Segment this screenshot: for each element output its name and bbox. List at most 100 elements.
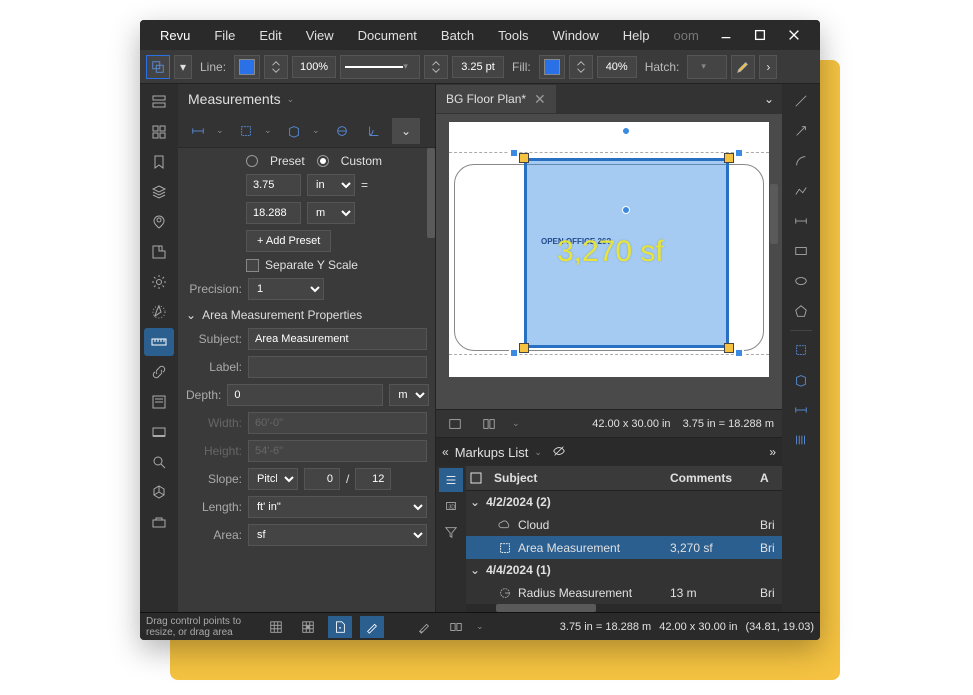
menu-window[interactable]: Window: [541, 28, 611, 43]
length-tool-icon[interactable]: [184, 118, 212, 144]
preset-radio[interactable]: [246, 155, 258, 167]
mp-expand-left-icon[interactable]: «: [442, 445, 449, 459]
minimize-button[interactable]: [716, 25, 736, 45]
line-percent-input[interactable]: [292, 56, 336, 78]
label-input[interactable]: [248, 356, 427, 378]
scale-unit-out-select[interactable]: m: [307, 202, 355, 224]
mp-row-cloud[interactable]: Cloud Bri: [466, 513, 782, 536]
mp-expand-right-icon[interactable]: »: [769, 445, 776, 459]
sel-handle-bl[interactable]: [509, 348, 519, 358]
add-preset-button[interactable]: + Add Preset: [246, 230, 331, 252]
mp-col-a[interactable]: A: [760, 471, 782, 485]
opacity-stepper[interactable]: [569, 55, 593, 79]
mp-visibility-icon[interactable]: [552, 444, 566, 461]
document-canvas[interactable]: OPEN OFFICE 26? 3,270 sf: [449, 122, 769, 377]
mp-col-subject[interactable]: Subject: [486, 471, 670, 485]
diameter-tool-icon[interactable]: [328, 118, 356, 144]
shape-polygon-icon[interactable]: [787, 298, 815, 324]
rail-settings-icon[interactable]: [144, 268, 174, 296]
shape-arrow-icon[interactable]: [787, 118, 815, 144]
sb-markup-snap-icon[interactable]: [360, 616, 384, 638]
sel-handle-tr[interactable]: [734, 148, 744, 158]
fill-color-button[interactable]: [539, 55, 565, 79]
sb-snap-icon[interactable]: [296, 616, 320, 638]
markups-dropdown[interactable]: ⌄: [534, 447, 546, 458]
rail-layers-icon[interactable]: [144, 178, 174, 206]
rail-3d-icon[interactable]: [144, 478, 174, 506]
split-none-icon[interactable]: [444, 414, 466, 434]
rotate-handle[interactable]: [622, 127, 630, 135]
slope-run-input[interactable]: [355, 468, 391, 490]
toolbar-more[interactable]: ›: [759, 55, 777, 79]
mp-group-2[interactable]: ⌄4/4/2024 (1): [466, 559, 782, 582]
rail-location-icon[interactable]: [144, 208, 174, 236]
pt-stepper[interactable]: [424, 55, 448, 79]
rail-measure-icon[interactable]: [144, 328, 174, 356]
slope-rise-input[interactable]: [304, 468, 340, 490]
close-button[interactable]: [784, 25, 804, 45]
maximize-button[interactable]: [750, 25, 770, 45]
hatch-select[interactable]: ▾: [687, 55, 727, 79]
area-props-header[interactable]: ⌄Area Measurement Properties: [186, 308, 427, 322]
rail-links-icon[interactable]: [144, 358, 174, 386]
menu-revu[interactable]: Revu: [148, 28, 202, 43]
mp-col-comments[interactable]: Comments: [670, 471, 760, 485]
rail-thumbnails-icon[interactable]: [144, 88, 174, 116]
mp-group-1[interactable]: ⌄4/2/2024 (2): [466, 491, 782, 514]
panel-scrollbar[interactable]: [427, 148, 435, 238]
menu-document[interactable]: Document: [346, 28, 429, 43]
shape-polyline-icon[interactable]: [787, 178, 815, 204]
angle-tool-icon[interactable]: [360, 118, 388, 144]
sel-handle-tl[interactable]: [509, 148, 519, 158]
shape-rect-icon[interactable]: [787, 238, 815, 264]
rail-search-icon[interactable]: [144, 448, 174, 476]
length-unit-select[interactable]: ft' in": [248, 496, 427, 518]
highlight-tool-button[interactable]: [731, 55, 755, 79]
sb-sync-icon[interactable]: [444, 616, 468, 638]
line-style-select[interactable]: ▾: [340, 55, 420, 79]
area-unit-select[interactable]: sf: [248, 524, 427, 546]
shape-dimension-icon[interactable]: [787, 208, 815, 234]
measure-volume-icon[interactable]: [787, 367, 815, 393]
mp-col-check-icon[interactable]: [466, 471, 486, 485]
split-vert-icon[interactable]: [478, 414, 500, 434]
rail-bookmark-icon[interactable]: [144, 148, 174, 176]
mp-rail-list-icon[interactable]: [439, 468, 463, 492]
custom-radio[interactable]: [317, 155, 329, 167]
mp-rail-3d-icon[interactable]: 3D: [439, 494, 463, 518]
mp-rail-filter-icon[interactable]: [439, 520, 463, 544]
shape-line-icon[interactable]: [787, 88, 815, 114]
mp-row-area[interactable]: Area Measurement 3,270 sf Bri: [466, 536, 782, 559]
menu-batch[interactable]: Batch: [429, 28, 486, 43]
precision-select[interactable]: 1: [248, 278, 324, 300]
opacity-input[interactable]: [597, 56, 637, 78]
measure-length-icon[interactable]: [787, 397, 815, 423]
panel-dropdown-icon[interactable]: ⌄: [287, 94, 299, 105]
canvas-scrollbar[interactable]: [770, 184, 778, 244]
line-color-button[interactable]: [234, 55, 260, 79]
subject-input[interactable]: [248, 328, 427, 350]
depth-input[interactable]: [227, 384, 383, 406]
menu-help[interactable]: Help: [611, 28, 662, 43]
mp-h-scrollbar[interactable]: [466, 604, 782, 612]
volume-tool-icon[interactable]: [280, 118, 308, 144]
document-tab[interactable]: BG Floor Plan* ✕: [436, 85, 556, 113]
measure-count-icon[interactable]: [787, 427, 815, 453]
shape-tool-button[interactable]: [146, 55, 170, 79]
menu-file[interactable]: File: [202, 28, 247, 43]
scale-unit-in-select[interactable]: in: [307, 174, 355, 196]
shape-ellipse-icon[interactable]: [787, 268, 815, 294]
measure-area-icon[interactable]: [787, 337, 815, 363]
rail-form-icon[interactable]: [144, 388, 174, 416]
slope-unit-select[interactable]: Pitch: [248, 468, 298, 490]
sb-grid-icon[interactable]: [264, 616, 288, 638]
depth-unit-select[interactable]: m: [389, 384, 429, 406]
separate-y-checkbox[interactable]: [246, 259, 259, 272]
center-handle[interactable]: [622, 206, 630, 214]
mp-row-radius[interactable]: Radius Measurement 13 m Bri: [466, 582, 782, 605]
scale-out-input[interactable]: [246, 202, 301, 224]
stroke-width-input[interactable]: [452, 56, 504, 78]
sb-reuse-icon[interactable]: [412, 616, 436, 638]
scale-value-input[interactable]: [246, 174, 301, 196]
rail-device-icon[interactable]: [144, 418, 174, 446]
